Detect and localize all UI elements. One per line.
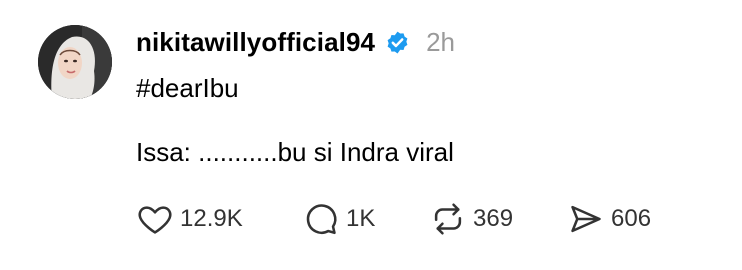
reply-bubble-icon (302, 200, 340, 238)
like-button[interactable]: 12.9K (136, 200, 302, 238)
repost-count: 369 (473, 205, 514, 232)
heart-icon (136, 200, 174, 238)
avatar[interactable] (38, 25, 112, 99)
reply-button[interactable]: 1K (302, 200, 429, 238)
post-timestamp: 2h (426, 26, 455, 57)
share-send-icon (567, 200, 605, 238)
reply-count: 1K (346, 205, 376, 232)
action-bar: 12.9K 1K 369 606 (136, 199, 651, 239)
repost-icon (429, 200, 467, 238)
like-count: 12.9K (180, 205, 243, 232)
verified-badge-icon (385, 30, 410, 55)
share-button[interactable]: 606 (567, 200, 651, 238)
repost-button[interactable]: 369 (429, 200, 567, 238)
hashtag-link[interactable]: #dearIbu (136, 71, 239, 105)
post-text: Issa: ...........bu si Indra viral (136, 137, 454, 167)
share-count: 606 (611, 205, 652, 232)
post-card: nikitawillyofficial94 2h #dearIbu Issa: … (0, 0, 742, 270)
username[interactable]: nikitawillyofficial94 (136, 27, 375, 58)
post-header: nikitawillyofficial94 2h (136, 22, 455, 62)
